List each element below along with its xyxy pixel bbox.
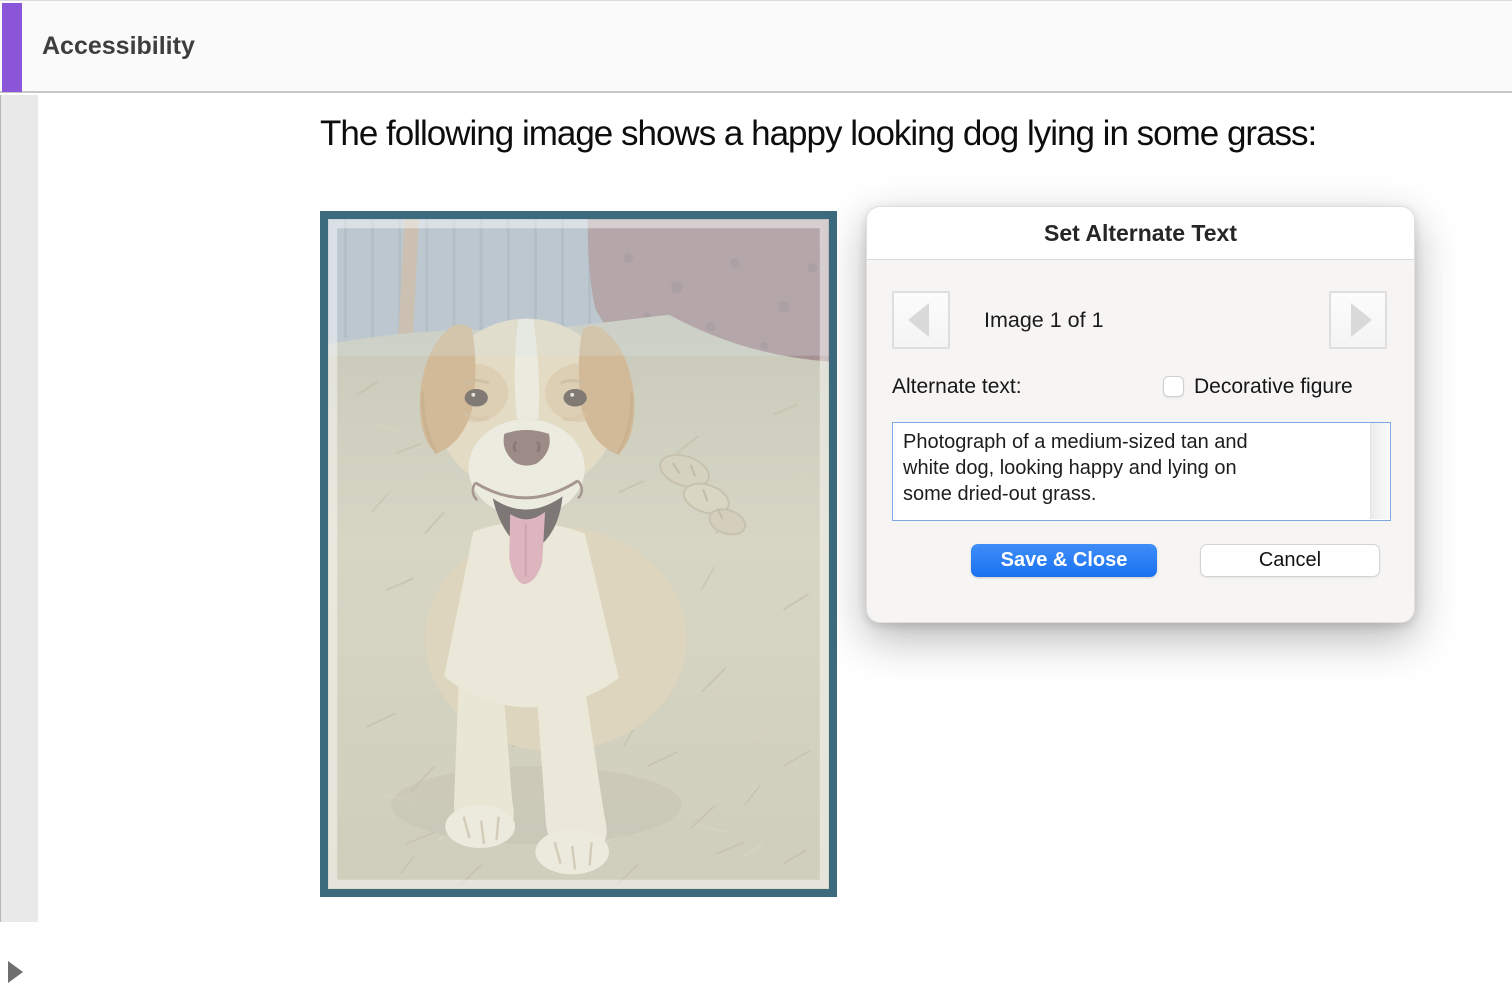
chevron-right-icon	[1351, 303, 1372, 337]
previous-image-button[interactable]	[892, 291, 950, 349]
left-sidebar	[0, 95, 38, 922]
app-window: Accessibility The following image shows …	[0, 0, 1512, 922]
dialog-title: Set Alternate Text	[867, 207, 1414, 260]
document-heading: The following image shows a happy lookin…	[320, 114, 1512, 154]
sidebar-expand-button[interactable]	[8, 957, 34, 987]
decorative-figure-label[interactable]: Decorative figure	[1194, 375, 1353, 399]
header: Accessibility	[0, 0, 1512, 93]
alternate-text-label: Alternate text:	[892, 375, 1022, 399]
alt-text-input[interactable]: Photograph of a medium-sized tan and whi…	[893, 423, 1369, 519]
selected-image[interactable]	[320, 211, 837, 897]
dog-photo-illustration	[328, 219, 829, 889]
textarea-scrollbar[interactable]	[1370, 423, 1390, 519]
triangle-right-icon	[8, 961, 23, 983]
set-alt-text-dialog: Set Alternate Text Image 1 of 1 Alternat…	[866, 206, 1415, 623]
chevron-left-icon	[908, 303, 929, 337]
next-image-button[interactable]	[1329, 291, 1387, 349]
alt-text-field-wrap: Photograph of a medium-sized tan and whi…	[892, 422, 1391, 521]
header-accent-bar	[2, 3, 22, 92]
save-close-button[interactable]: Save & Close	[971, 544, 1157, 577]
page-title: Accessibility	[42, 32, 195, 61]
decorative-figure-checkbox[interactable]	[1163, 376, 1184, 397]
cancel-button[interactable]: Cancel	[1200, 544, 1380, 577]
image-counter: Image 1 of 1	[984, 291, 1104, 349]
